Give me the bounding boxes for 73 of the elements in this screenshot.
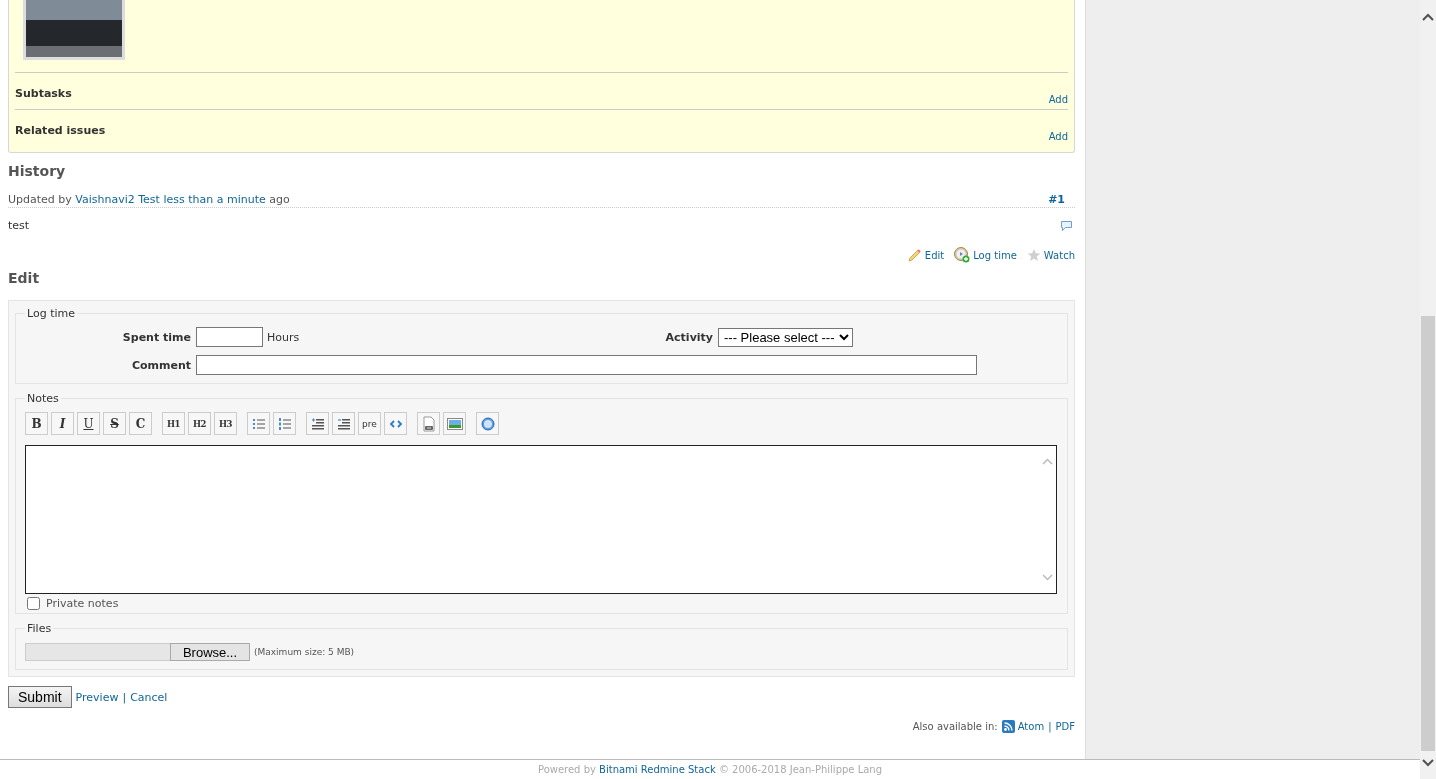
scroll-up-icon [1042, 458, 1053, 465]
numbered-list-icon [277, 416, 292, 431]
rss-icon [1001, 720, 1015, 733]
add-link[interactable]: Add [1048, 131, 1068, 142]
checkbox-label: Private notes [46, 597, 119, 610]
unit-label: Hours [267, 330, 300, 344]
code-block-button[interactable] [384, 412, 407, 435]
strikethrough-button[interactable]: S [103, 412, 126, 435]
section-title: Subtasks [15, 87, 72, 100]
section-heading: History [8, 163, 67, 179]
picture-icon [446, 416, 463, 431]
indent-icon [310, 416, 325, 431]
scroll-up-icon[interactable] [1422, 13, 1434, 21]
document-icon [421, 415, 436, 432]
star-icon [1026, 248, 1041, 262]
image-button[interactable] [443, 412, 466, 435]
cancel-link[interactable]: Cancel [130, 690, 168, 704]
fieldset-legend: Log time [25, 307, 77, 320]
underline-button[interactable]: U [77, 412, 100, 435]
browse-button[interactable]: Browse... [170, 643, 250, 661]
separator: | [1048, 721, 1052, 732]
field-label: Spent time [121, 330, 192, 344]
pencil-icon [907, 248, 922, 262]
footer-text: Powered by Bitnami Redmine Stack © 2006-2018 Jean-Philippe Lang [537, 764, 883, 775]
journal-number-link[interactable]: #1 [1048, 193, 1065, 206]
journal-heading: Updated by Vaishnavi2 Test less than a minute ago [8, 193, 290, 206]
file-path-field[interactable] [25, 643, 170, 661]
link-button[interactable] [417, 412, 440, 435]
outdent-icon [336, 416, 351, 431]
journal-note: test [8, 219, 30, 232]
scrollbar-thumb[interactable] [1421, 316, 1435, 751]
clock-icon [954, 247, 971, 263]
preformatted-button[interactable]: pre [358, 412, 381, 435]
spent-time-input[interactable] [196, 327, 263, 347]
outdent-button[interactable] [332, 412, 355, 435]
log-time-link[interactable]: Log time [954, 247, 1017, 263]
help-button[interactable] [476, 412, 499, 435]
comment-icon[interactable] [1060, 220, 1073, 232]
field-label: Activity [664, 330, 714, 344]
author-link[interactable]: Vaishnavi2 Test [75, 193, 160, 206]
help-icon [480, 416, 495, 431]
fieldset-legend: Notes [25, 392, 61, 405]
numbered-list-button[interactable] [273, 412, 296, 435]
scroll-down-icon [1042, 574, 1053, 581]
indent-button[interactable] [306, 412, 329, 435]
heading-button[interactable]: H2 [188, 412, 211, 435]
also-available-label: Also available in: [912, 721, 998, 732]
preview-link[interactable]: Preview [75, 690, 119, 704]
italic-button[interactable]: I [51, 412, 74, 435]
time-link[interactable]: less than a minute [163, 193, 266, 206]
private-notes-checkbox[interactable] [27, 597, 40, 610]
max-size-note: (Maximum size: 5 MB) [254, 647, 355, 657]
activity-select[interactable]: --- Please select --- [718, 327, 853, 347]
edit-link[interactable]: Edit [907, 247, 945, 263]
scroll-down-icon[interactable] [1422, 759, 1434, 767]
comment-input[interactable] [196, 355, 977, 375]
separator: | [122, 690, 127, 704]
field-label: Comment [130, 358, 192, 372]
product-link[interactable]: Bitnami Redmine Stack [599, 764, 716, 775]
fieldset-legend: Files [25, 622, 54, 635]
add-link[interactable]: Add [1048, 94, 1068, 105]
watch-link[interactable]: Watch [1026, 247, 1075, 263]
section-title: Related issues [15, 124, 106, 137]
submit-button[interactable]: Submit [8, 686, 72, 708]
section-heading: Edit [8, 270, 41, 286]
bulleted-list-button[interactable] [247, 412, 270, 435]
atom-link[interactable]: Atom [1001, 720, 1045, 733]
code-button[interactable]: C [129, 412, 152, 435]
bulleted-list-icon [251, 416, 266, 431]
heading-button[interactable]: H1 [162, 412, 185, 435]
bold-button[interactable]: B [25, 412, 48, 435]
pdf-link[interactable]: PDF [1055, 721, 1075, 732]
heading-button[interactable]: H3 [214, 412, 237, 435]
